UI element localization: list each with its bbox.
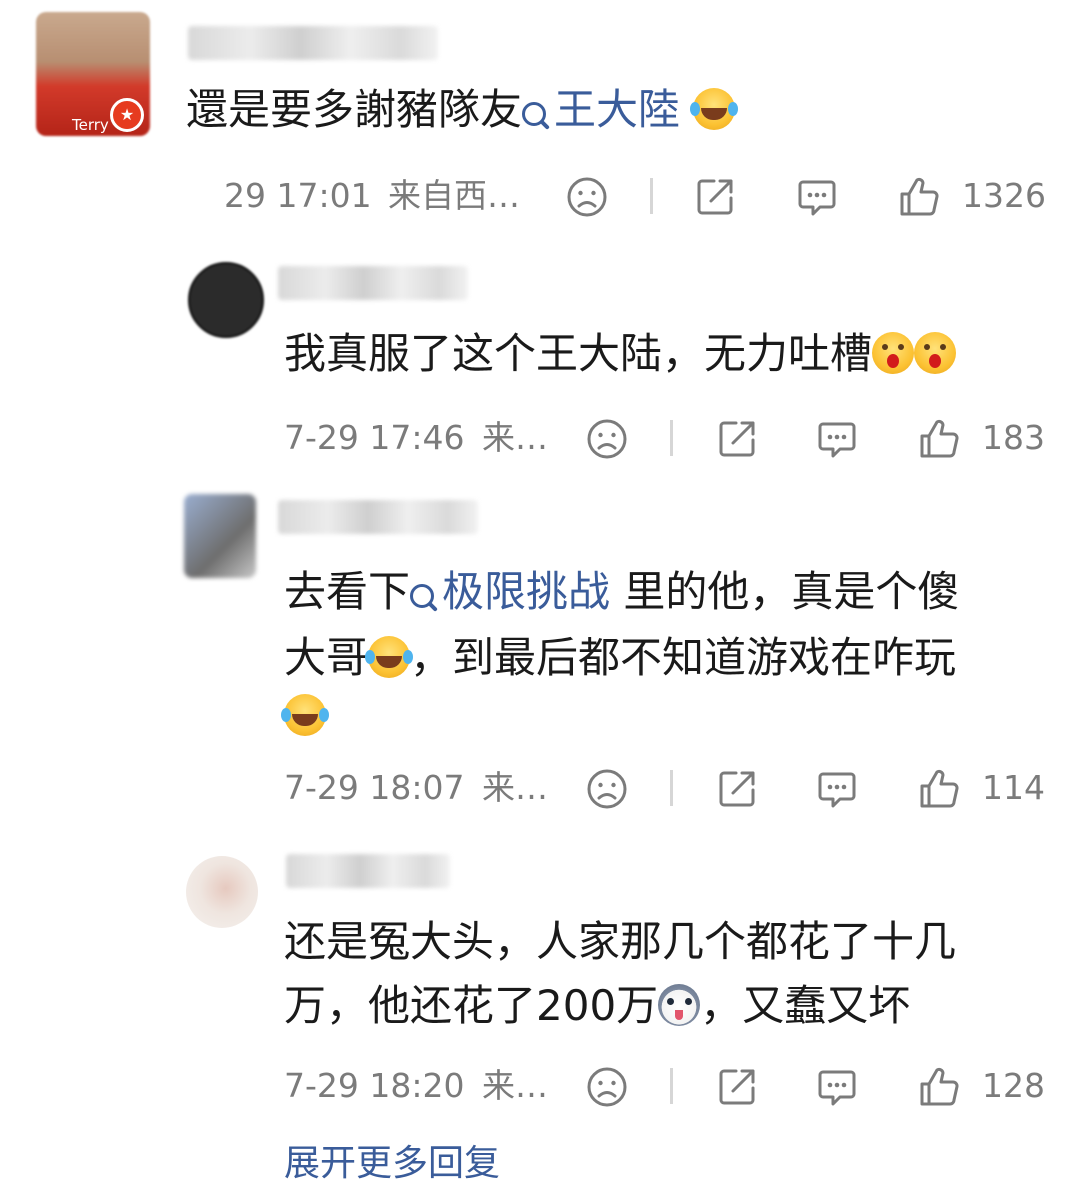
like-count: 128 — [982, 1066, 1045, 1105]
comment-time: 29 17:01 — [224, 176, 372, 215]
share-icon[interactable] — [716, 768, 758, 808]
avatar-badge-text: Terry — [72, 116, 109, 134]
comment-location: 来自西… — [388, 176, 520, 215]
comment-time: 7-29 18:20 — [284, 1066, 465, 1105]
comment-text-part: ，又蠢又坏 — [700, 981, 911, 1030]
comment-text-part: 還是要多謝豬隊友 — [186, 85, 523, 134]
topic-link[interactable]: 王大陸 — [522, 85, 680, 134]
divider — [670, 770, 673, 806]
comment-icon[interactable] — [816, 768, 858, 808]
verified-badge-icon: ★ — [110, 98, 144, 132]
spit-blood-emoji-icon — [914, 332, 957, 374]
comment-location: 来… — [482, 768, 548, 807]
comment-location: 来… — [482, 1066, 548, 1105]
username-blurred[interactable] — [278, 500, 478, 534]
divider — [670, 1068, 673, 1104]
avatar[interactable] — [184, 494, 256, 578]
comment-text-line — [281, 684, 326, 748]
share-icon[interactable] — [716, 1066, 758, 1106]
topic-label: 极限挑战 — [442, 567, 611, 616]
username-blurred[interactable] — [278, 266, 468, 300]
dislike-icon[interactable] — [586, 1066, 628, 1107]
more-replies-link[interactable]: 展开更多回复 — [284, 1142, 500, 1186]
laughing-emoji-icon — [281, 694, 326, 736]
comment-text-line: 还是冤大头，人家那几个都花了十几 — [284, 910, 956, 974]
spit-blood-emoji-icon — [872, 332, 915, 374]
comment-text-part: 我真服了这个王大陆，无力吐槽 — [284, 329, 873, 378]
topic-link[interactable]: 极限挑战 — [410, 567, 610, 616]
share-icon[interactable] — [716, 418, 758, 458]
comment-icon[interactable] — [816, 418, 858, 458]
comment-time: 7-29 18:07 — [284, 768, 465, 807]
comment-time: 7-29 17:46 — [284, 418, 465, 457]
divider — [670, 420, 673, 456]
husky-emoji-icon — [658, 984, 701, 1026]
comment-text: 我真服了这个王大陆，无力吐槽 — [284, 322, 957, 386]
comment-text-part: 还是冤大头，人家那几个都花了十几 — [284, 917, 957, 966]
comment-text-part: 大哥 — [284, 633, 369, 682]
avatar[interactable] — [188, 262, 264, 338]
like-icon[interactable] — [898, 176, 940, 216]
username-blurred[interactable] — [188, 26, 438, 60]
comment-icon[interactable] — [816, 1066, 858, 1106]
topic-label: 王大陸 — [554, 85, 681, 134]
laughing-emoji-icon — [690, 88, 736, 130]
comment-text-part: 去看下 — [284, 567, 411, 616]
comment-icon[interactable] — [796, 176, 838, 216]
share-icon[interactable] — [694, 176, 736, 216]
like-icon[interactable] — [918, 418, 960, 458]
comment-text-part: 万，他还花了200万 — [284, 981, 659, 1030]
search-topic-icon — [410, 584, 435, 608]
comment-text-line: 万，他还花了200万 ，又蠢又坏 — [284, 974, 910, 1038]
comment-text-line: 去看下 极限挑战 里的他，真是个傻 — [284, 560, 959, 624]
comment-text: 還是要多謝豬隊友 王大陸 — [186, 78, 736, 142]
comment-text-line: 大哥 ，到最后都不知道游戏在咋玩 — [284, 626, 956, 690]
avatar[interactable] — [186, 856, 258, 928]
divider — [650, 178, 653, 214]
laughing-emoji-icon — [365, 636, 411, 678]
dislike-icon[interactable] — [586, 768, 628, 809]
dislike-icon[interactable] — [586, 418, 628, 459]
dislike-icon[interactable] — [566, 176, 608, 217]
like-count: 1326 — [962, 176, 1046, 215]
like-count: 183 — [982, 418, 1045, 457]
comment-text-part: 里的他，真是个傻 — [610, 567, 960, 616]
comment-location: 来… — [482, 418, 548, 457]
like-icon[interactable] — [918, 1066, 960, 1106]
like-count: 114 — [982, 768, 1045, 807]
search-topic-icon — [522, 102, 547, 126]
like-icon[interactable] — [918, 768, 960, 808]
username-blurred[interactable] — [286, 854, 450, 888]
comment-text-part: ，到最后都不知道游戏在咋玩 — [410, 633, 957, 682]
